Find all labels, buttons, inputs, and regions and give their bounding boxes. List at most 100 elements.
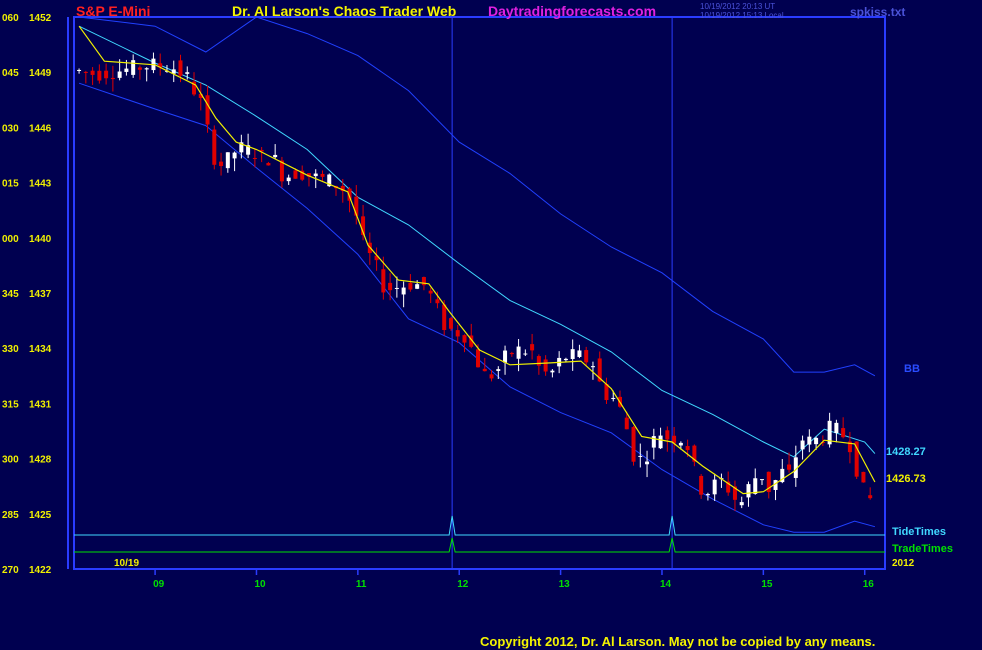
timestamp-ut: 10/19/2012 20:13 UT [700,2,776,11]
vertical-markers [451,17,673,569]
y-tick-code: 300 [2,455,19,466]
website-link[interactable]: Daytradingforecasts.com [488,3,656,19]
y-tick-price: 1428 [29,455,52,466]
y-tick-code: 345 [2,289,19,300]
up-candle [739,502,744,506]
up-candle [313,173,318,177]
down-candle [476,349,481,368]
up-candle [117,71,122,78]
down-candle [624,417,629,430]
up-candle [401,287,406,295]
up-candle [503,350,508,363]
y-tick-code: 030 [2,123,19,134]
down-candle [388,282,393,291]
down-candle [631,427,636,462]
band-label: BB [904,363,920,375]
down-candle [421,277,426,286]
down-candle [536,356,541,366]
y-tick-price: 1425 [29,510,52,521]
up-candle [590,366,595,368]
down-candle [266,163,271,166]
up-candle [77,69,82,71]
down-candle [584,350,589,363]
up-candle [225,152,230,169]
down-candle [435,299,440,304]
x-tick-label: 12 [457,579,469,590]
down-candle [699,475,704,495]
up-candle [496,369,501,371]
down-candle [861,471,866,483]
site-title: Dr. Al Larson's Chaos Trader Web [232,3,457,19]
up-candle [570,349,575,359]
y-tick-price: 1446 [29,123,52,134]
down-candle [455,330,460,337]
tide-times-line [74,515,885,536]
down-candle [543,359,548,372]
up-candle [807,436,812,445]
up-candle [144,68,149,70]
y-tick-price: 1443 [29,179,52,190]
data-file-name: spkiss.txt [850,5,906,19]
y-tick-price: 1431 [29,399,52,410]
y-tick-code: 270 [2,565,19,576]
down-candle [530,344,535,351]
up-candle [651,436,656,448]
candles [77,25,876,511]
y-tick-code: 315 [2,399,19,410]
down-candle [110,77,115,80]
y-tick-price: 1449 [29,68,52,79]
down-candle [841,428,846,438]
down-candle [97,70,102,81]
up-candle [273,154,278,158]
down-candle [205,95,210,125]
up-candle [131,60,136,75]
x-tick-label: 09 [153,579,165,590]
up-candle [746,484,751,498]
y-tick-price: 1452 [29,13,52,24]
y-tick-code: 330 [2,344,19,355]
down-candle [489,374,494,379]
down-candle [90,70,95,75]
y-tick-code: 000 [2,234,19,245]
down-candle [685,446,690,451]
x-tick-labels: 09 10 11 12 13 14 15 16 [153,569,874,590]
up-candle [523,353,528,355]
trade-times-line [74,537,885,553]
down-candle [787,464,792,470]
plot-frame [73,16,886,570]
down-candle [137,67,142,70]
tide-times-label: TideTimes [892,526,946,538]
down-candle [381,269,386,293]
up-candle [645,461,650,465]
down-candle [178,60,183,76]
up-candle [800,440,805,450]
x-tick-label: 10 [254,579,266,590]
trade-times-label: TradeTimes [892,543,953,555]
y-tick-price: 1422 [29,565,52,576]
up-candle [563,358,568,361]
up-candle [394,287,399,289]
up-candle [712,479,717,495]
up-candle [834,422,839,434]
down-candle [509,352,514,355]
y-tick-code: 285 [2,510,19,521]
down-candle [293,170,298,179]
y-tick-price: 1437 [29,289,52,300]
down-candle [868,495,873,499]
up-candle [577,350,582,357]
chart: 060 1452 045 1449 030 1446 015 1443 000 1440 345 14… [2,13,953,590]
symbol-title: S&P E-Mini [76,3,151,19]
down-candle [320,173,325,177]
down-candle [83,71,88,73]
y-tick-price: 1434 [29,344,52,355]
year-label: 2012 [892,558,915,569]
timing-indicators [74,515,885,553]
y-tick-code: 045 [2,68,19,79]
x-tick-label: 13 [559,579,571,590]
down-candle [252,157,257,159]
up-candle [286,177,291,182]
y-tick-labels: 060 1452 045 1449 030 1446 015 1443 000 1440 345 14… [2,13,52,576]
up-candle [611,397,616,399]
x-tick-label: 16 [863,579,875,590]
up-candle [760,479,765,481]
